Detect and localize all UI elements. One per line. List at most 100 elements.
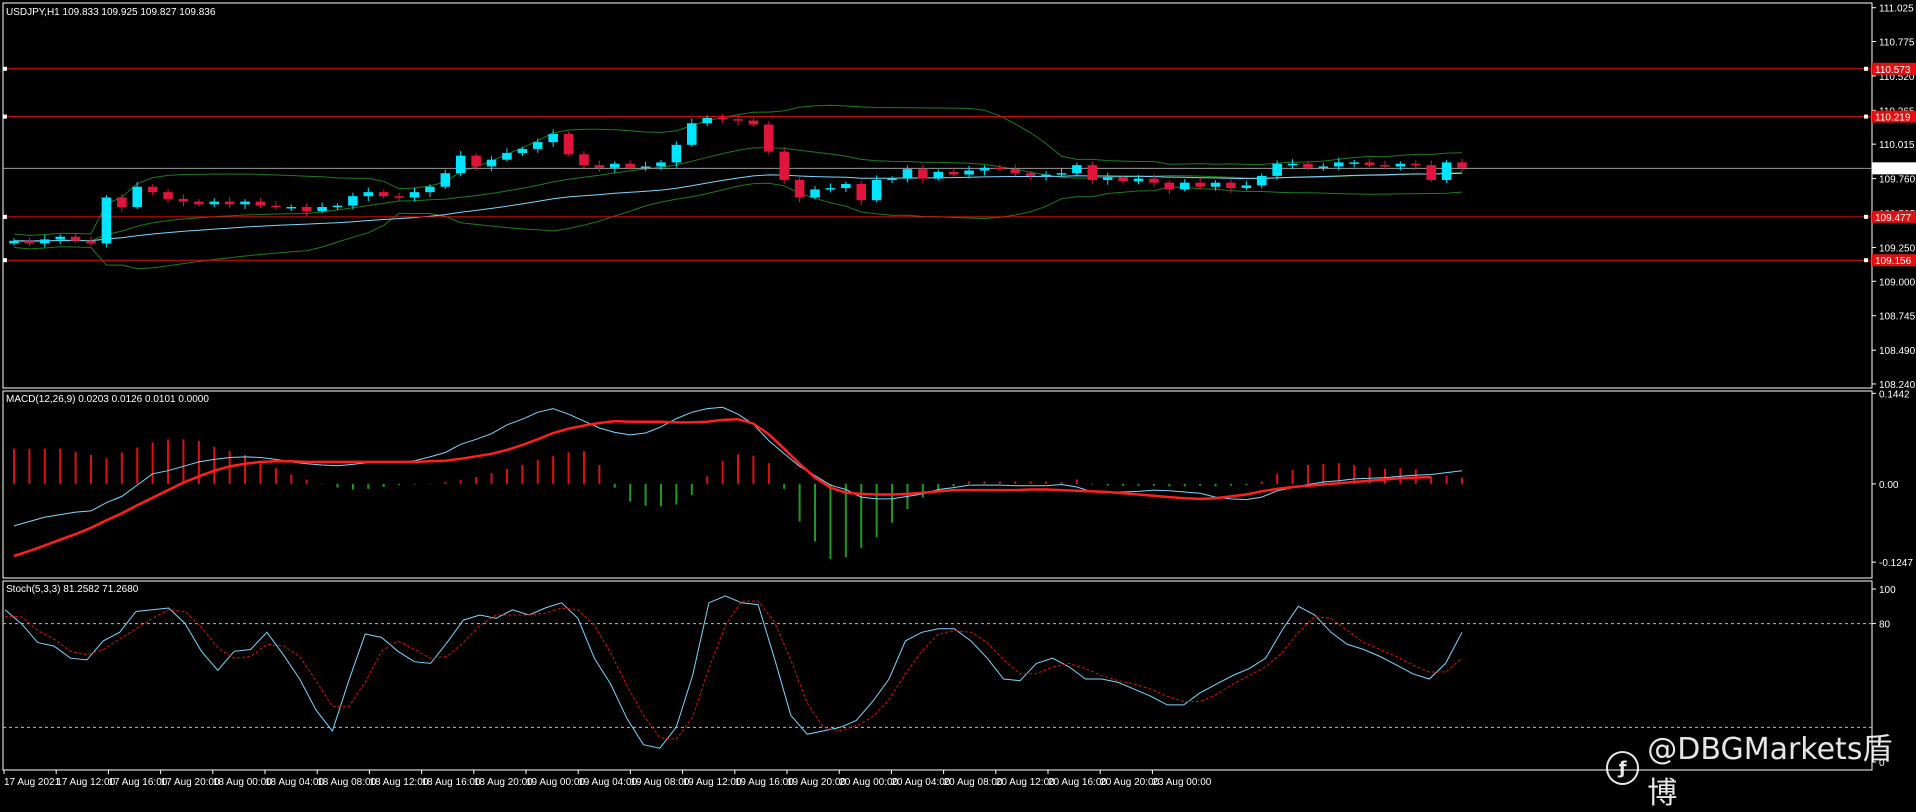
candle — [1102, 177, 1113, 180]
time-label: 19 Aug 04:00 — [578, 777, 637, 788]
candle — [117, 197, 127, 207]
candle — [1380, 165, 1390, 167]
level-label: 110.219 — [1875, 113, 1911, 124]
candle — [548, 134, 558, 143]
time-label: 19 Aug 20:00 — [787, 777, 846, 788]
candle — [948, 171, 959, 175]
candle — [332, 205, 343, 208]
candle — [286, 206, 297, 209]
candle — [378, 192, 389, 197]
candle — [486, 159, 497, 167]
candle — [1411, 163, 1421, 166]
level-label: 109.477 — [1875, 213, 1912, 224]
candle — [1149, 178, 1159, 183]
candle — [1025, 173, 1036, 176]
candle — [887, 178, 897, 181]
usdjpy-chart: 111.025110.775110.520110.265110.015109.7… — [2, 2, 1916, 788]
candle — [902, 169, 913, 179]
stoch-main-line — [4, 595, 1463, 749]
candle — [594, 165, 605, 168]
stoch-signal-line — [5, 600, 1463, 741]
candle — [1426, 165, 1436, 180]
candle — [933, 171, 944, 179]
stoch-pane — [2, 580, 1873, 771]
candle — [1395, 163, 1406, 167]
candle — [1303, 163, 1313, 168]
candle — [348, 196, 358, 206]
level-label: 110.573 — [1875, 65, 1911, 76]
watermark-text: @DBGMarkets盾博 — [1647, 732, 1893, 811]
time-label: 19 Aug 16:00 — [735, 777, 794, 788]
price-tick-label: 110.015 — [1879, 140, 1915, 151]
time-label: 23 Aug 00:00 — [1152, 777, 1211, 788]
candle — [1287, 163, 1298, 166]
time-label: 20 Aug 20:00 — [1100, 777, 1159, 788]
candle — [132, 186, 143, 207]
candle — [671, 144, 682, 163]
price-tick-label: 110.775 — [1879, 38, 1915, 49]
time-label: 17 Aug 12:00 — [56, 777, 115, 788]
level-marker — [3, 258, 7, 263]
candle — [794, 179, 805, 198]
candle — [1210, 182, 1221, 187]
price-tick-label: 109.000 — [1879, 277, 1916, 288]
candle — [1010, 169, 1021, 174]
candle — [194, 201, 204, 205]
stoch-tick-label: 80 — [1879, 620, 1891, 631]
candle — [1133, 178, 1144, 182]
candle — [563, 134, 574, 155]
candle — [40, 239, 50, 244]
candle — [394, 196, 404, 198]
candle — [55, 236, 65, 240]
candle — [301, 206, 312, 212]
time-label: 19 Aug 00:00 — [526, 777, 585, 788]
current-price-label: 109.836 — [1875, 164, 1912, 175]
time-label: 19 Aug 08:00 — [630, 777, 689, 788]
candle — [964, 170, 974, 175]
candle — [517, 148, 528, 153]
candle — [271, 205, 281, 208]
time-label: 19 Aug 12:00 — [683, 777, 742, 788]
level-marker — [1864, 258, 1868, 263]
candle — [163, 192, 173, 199]
macd-header: MACD(12,26,9) 0.0203 0.0126 0.0101 0.000… — [6, 394, 209, 405]
candle — [455, 155, 466, 174]
candle — [579, 154, 589, 166]
macd-tick-label: -0.1247 — [1879, 558, 1913, 569]
price-tick-label: 111.025 — [1879, 4, 1914, 15]
moving-average — [13, 172, 1463, 242]
time-label: 18 Aug 08:00 — [317, 777, 376, 788]
time-label: 20 Aug 16:00 — [1048, 777, 1107, 788]
candle — [995, 167, 1005, 170]
candle — [101, 197, 112, 244]
candle — [1457, 162, 1467, 168]
level-marker — [3, 114, 7, 119]
candle — [1256, 175, 1267, 186]
candle — [24, 240, 35, 244]
candle — [1041, 174, 1051, 177]
candle — [841, 184, 851, 189]
candle — [440, 173, 451, 187]
time-label: 18 Aug 04:00 — [265, 777, 324, 788]
candle — [9, 240, 19, 244]
candle — [178, 198, 189, 202]
candle — [1364, 162, 1375, 166]
candle — [856, 184, 867, 201]
candle — [640, 166, 651, 168]
dbg-logo-icon: ƒ — [1606, 751, 1640, 785]
candle — [86, 240, 96, 244]
candle — [1441, 162, 1452, 180]
candle — [825, 188, 836, 190]
time-label: 20 Aug 12:00 — [996, 777, 1055, 788]
candle — [1349, 162, 1359, 164]
price-tick-label: 109.760 — [1879, 175, 1916, 186]
candle — [1179, 182, 1190, 190]
level-marker — [3, 66, 7, 71]
candle — [918, 169, 928, 179]
candle — [1241, 185, 1252, 189]
time-label: 20 Aug 04:00 — [891, 777, 950, 788]
main-header: USDJPY,H1 109.833 109.925 109.827 109.83… — [6, 7, 216, 18]
candle — [1195, 182, 1205, 187]
candle — [1118, 177, 1128, 182]
price-tick-label: 108.490 — [1879, 346, 1916, 357]
